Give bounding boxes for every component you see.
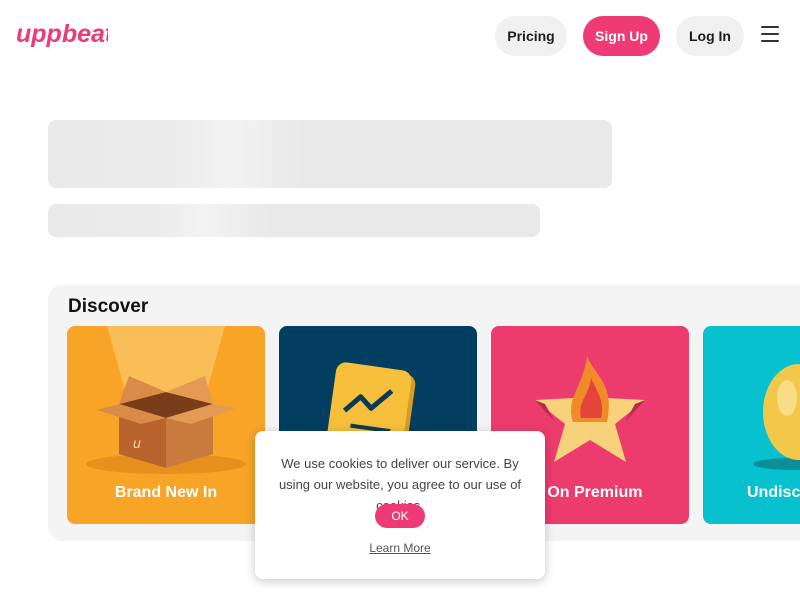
- pricing-button[interactable]: Pricing: [495, 16, 567, 56]
- card-brand-new-in[interactable]: u Brand New In: [67, 326, 265, 524]
- cookie-consent-popup: We use cookies to deliver our service. B…: [255, 431, 545, 579]
- discover-title: Discover: [68, 296, 149, 317]
- card-label: Brand New In: [114, 484, 218, 501]
- log-in-button[interactable]: Log In: [676, 16, 744, 56]
- card-label: Undisc: [747, 484, 800, 501]
- hero-subtitle-skeleton: [48, 204, 540, 237]
- hamburger-menu-icon[interactable]: [761, 26, 783, 46]
- card-undiscovered[interactable]: Undisc: [703, 326, 800, 524]
- learn-more-link[interactable]: Learn More: [255, 541, 545, 555]
- svg-text:u: u: [133, 435, 141, 451]
- site-header: uppbeat Pricing Sign Up Log In: [0, 0, 800, 72]
- sign-up-button[interactable]: Sign Up: [583, 16, 660, 56]
- cookie-ok-button[interactable]: OK: [375, 504, 425, 528]
- svg-text:uppbeat: uppbeat: [16, 20, 108, 48]
- uppbeat-logo[interactable]: uppbeat: [16, 14, 108, 54]
- hero-title-skeleton: [48, 120, 612, 188]
